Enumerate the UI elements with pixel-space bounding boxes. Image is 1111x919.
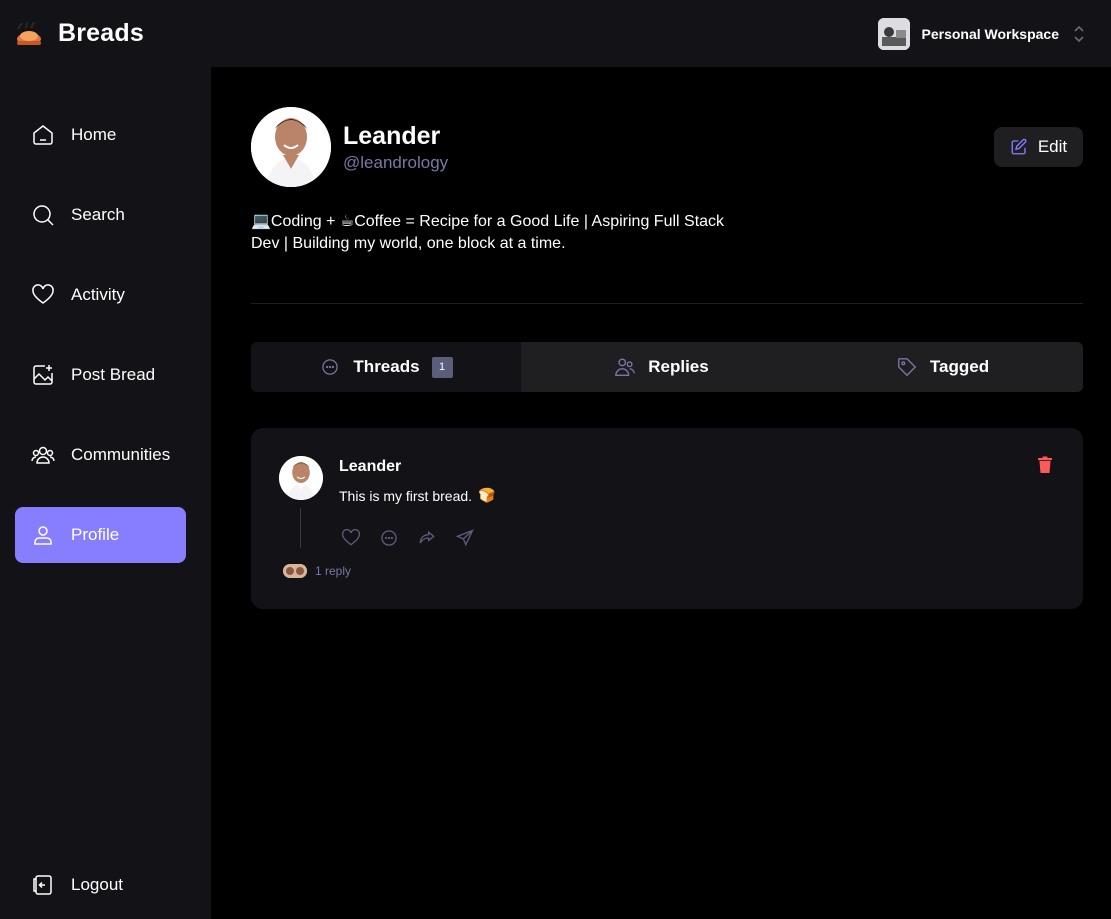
profile-handle: @leandrology [343,153,449,172]
sidebar-item-profile[interactable]: Profile [15,507,186,563]
thread-text: This is my first bread. [339,487,473,504]
workspace-switcher[interactable]: Personal Workspace [877,17,1087,50]
home-icon [31,123,55,147]
search-icon [31,203,55,227]
like-icon[interactable] [339,526,363,550]
sidebar-item-label: Activity [71,285,125,304]
sidebar-item-activity[interactable]: Activity [15,267,186,323]
sidebar-item-label: Search [71,205,125,224]
edit-label: Edit [1037,137,1068,156]
repost-icon[interactable] [415,526,439,550]
bio-line: Dev | Building my world, one block at a … [251,235,566,252]
sidebar-item-label: Home [71,125,117,144]
sidebar-item-communities[interactable]: Communities [15,427,186,483]
profile-tabs: Threads 1 Replies Tagged [251,342,1083,392]
thread-author-name[interactable]: Leander [339,458,401,476]
thread-connector-line [300,508,301,548]
user-icon [31,523,55,547]
left-sidebar: Home Search Activity Post Bread Communit… [0,67,211,919]
users-icon [614,356,636,378]
chevrons-up-down-icon [1074,25,1084,42]
sidebar-item-label: Post Bread [71,365,156,384]
profile-bio: 💻Coding + ☕Coffee = Recipe for a Good Li… [251,211,781,255]
bio-line: 💻Coding + ☕Coffee = Recipe for a Good Li… [251,213,725,230]
tag-icon [896,356,918,378]
divider [251,303,1083,304]
users-icon [31,443,55,467]
thread-card: Leander This is my first bread. 🍞 1 repl… [251,428,1083,609]
trash-icon[interactable] [1037,456,1053,474]
heart-icon [31,283,55,307]
profile-name: Leander [343,122,441,150]
sidebar-item-label: Communities [71,445,171,464]
reply-icon[interactable] [377,526,401,550]
edit-icon [1011,138,1027,155]
app-name: Breads [58,19,144,47]
logout-button[interactable]: Logout [15,857,186,913]
tab-label: Threads [353,357,420,376]
tab-label: Tagged [929,357,990,376]
tab-threads[interactable]: Threads 1 [251,342,521,392]
replies-count-link[interactable]: 1 reply [315,564,351,578]
edit-profile-button[interactable]: Edit [994,127,1083,167]
chat-bubble-icon [319,356,341,378]
brand[interactable]: Breads [14,19,144,49]
thread-content: This is my first bread. 🍞 [339,487,495,504]
image-plus-icon [31,363,55,387]
bread-logo-icon [17,21,41,45]
top-bar: Breads Personal Workspace [0,0,1111,67]
sidebar-item-search[interactable]: Search [15,187,186,243]
bread-emoji: 🍞 [478,487,496,503]
sidebar-item-home[interactable]: Home [15,107,186,163]
logout-icon [31,873,55,897]
thread-author-avatar[interactable] [279,456,323,500]
profile-avatar [251,107,331,187]
thread-replies-row: 1 reply [283,564,351,578]
thread-actions [339,526,477,550]
logout-label: Logout [71,875,123,894]
replier-avatar [283,564,307,578]
share-icon[interactable] [453,526,477,550]
tab-tagged[interactable]: Tagged [802,342,1083,392]
workspace-avatar [877,17,910,50]
sidebar-item-post-bread[interactable]: Post Bread [15,347,186,403]
profile-main: Leander @leandrology Edit 💻Coding + ☕Cof… [211,67,1111,919]
tab-replies[interactable]: Replies [521,342,802,392]
tab-label: Replies [648,357,709,376]
workspace-name: Personal Workspace [921,25,1059,42]
sidebar-item-label: Profile [71,525,120,544]
threads-count-badge: 1 [431,356,453,378]
profile-header: Leander @leandrology [251,107,448,187]
